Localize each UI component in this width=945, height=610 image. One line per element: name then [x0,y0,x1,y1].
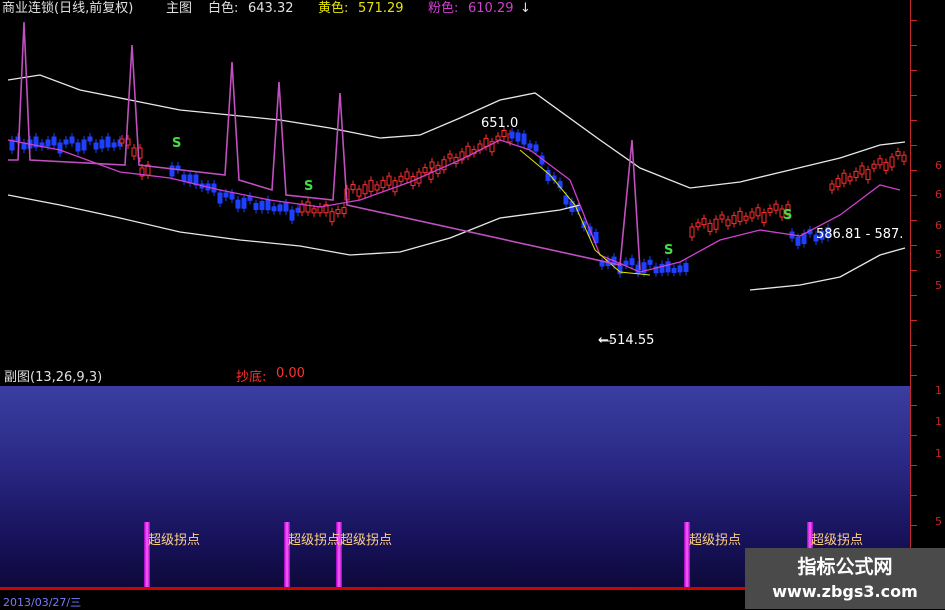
down-arrow-icon: ↓ [520,1,531,16]
axis-label-6: 1 [935,384,942,397]
axis-label-9: 5 [935,515,942,528]
chart-title: 商业连锁(日线,前复权) [2,1,134,16]
price-chart[interactable] [0,0,910,362]
sub-chart-header: 副图(13,26,9,3) 抄底: 0.00 [0,362,910,386]
pink-label: 粉色: [428,1,459,16]
turning-point-label-2: 超级拐点 [288,533,341,548]
high-price-label: 651.0 [481,116,519,131]
axis-label-2: 6 [935,188,942,201]
bottom-label: 抄底: [236,370,267,385]
pink-value: 610.29 [468,1,514,16]
watermark-title: 指标公式网 [797,556,893,578]
signal-s-1: S [172,136,182,151]
turning-point-label-4: 超级拐点 [689,533,742,548]
white-value: 643.32 [248,1,294,16]
turning-point-label-1: 超级拐点 [148,533,201,548]
candles [9,126,907,278]
white-lower-band-right [749,247,906,291]
axis-label-5: 5 [935,279,942,292]
yellow-label: 黄色: [318,1,349,16]
signal-s-2: S [304,179,314,194]
axis-label-4: 5 [935,248,942,261]
bottom-value: 0.00 [276,366,305,381]
watermark-url: www.zbgs3.com [772,582,918,601]
signal-s-4: S [783,208,793,223]
current-date: 2013/03/27/三 [3,596,82,609]
low-price-label: ←514.55 [598,333,655,348]
price-axis[interactable]: 6 6 6 5 5 1 1 1 5 [910,0,945,609]
signal-s-3: S [664,243,674,258]
yellow-value: 571.29 [358,1,404,16]
axis-label-1: 6 [935,159,942,172]
turning-point-label-5: 超级拐点 [811,533,864,548]
axis-label-8: 1 [935,447,942,460]
turning-point-label-3: 超级拐点 [340,533,393,548]
panel-label: 主图 [166,1,193,16]
sub-chart-title: 副图(13,26,9,3) [4,370,103,385]
main-chart-panel[interactable]: 商业连锁(日线,前复权) 主图 白色: 643.32 黄色: 571.29 粉色… [0,0,910,362]
white-label: 白色: [208,1,239,16]
watermark: 指标公式网 www.zbgs3.com [745,548,945,609]
range-price-label: 586.81 - 587. [816,227,904,242]
axis-label-7: 1 [935,415,942,428]
axis-label-3: 6 [935,219,942,232]
